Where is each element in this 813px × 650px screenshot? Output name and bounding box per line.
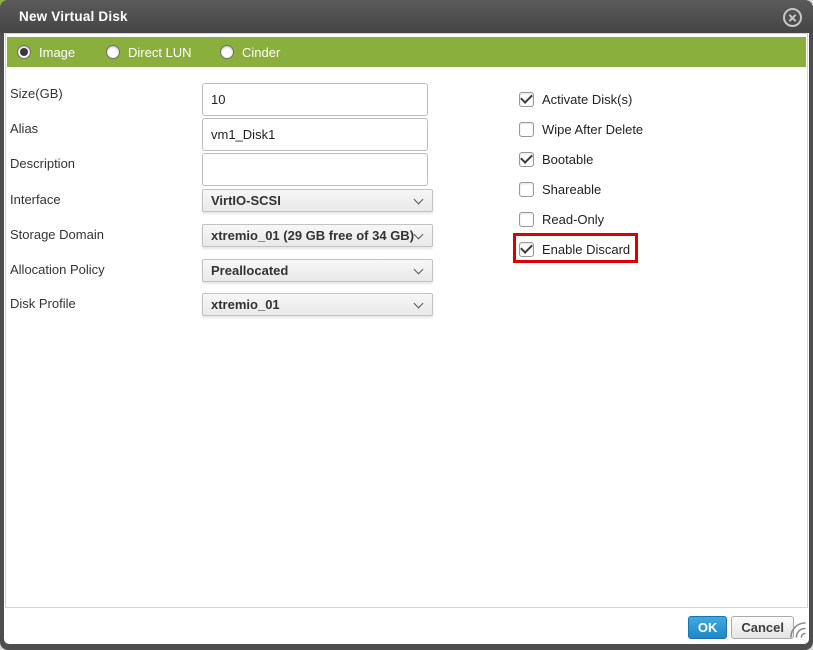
- enable-discard-highlight: [513, 233, 638, 263]
- field-label: Disk Profile: [10, 293, 202, 316]
- checkbox-row-activate-disks: Activate Disk(s): [519, 84, 739, 114]
- checkmark-icon: [520, 91, 533, 104]
- form-row-interface: Interface VirtIO-SCSI: [10, 189, 433, 212]
- disk-profile-select[interactable]: xtremio_01: [202, 293, 433, 316]
- radio-button-icon: [17, 45, 31, 59]
- form-row-alias: Alias: [10, 118, 428, 151]
- form-row-allocation-policy: Allocation Policy Preallocated: [10, 259, 433, 282]
- form-row-storage-domain: Storage Domain xtremio_01 (29 GB free of…: [10, 224, 433, 247]
- disk-type-selector: Image Direct LUN Cinder: [7, 37, 806, 67]
- form-row-disk-profile: Disk Profile xtremio_01: [10, 293, 433, 316]
- read-only-checkbox[interactable]: [519, 212, 534, 227]
- wipe-after-delete-checkbox[interactable]: [519, 122, 534, 137]
- chevron-down-icon: [414, 265, 424, 275]
- radio-direct-lun[interactable]: Direct LUN: [106, 37, 192, 67]
- field-label: Size(GB): [10, 83, 202, 116]
- shareable-checkbox[interactable]: [519, 182, 534, 197]
- dialog-titlebar: New Virtual Disk: [0, 0, 813, 33]
- resize-grip-icon[interactable]: [788, 620, 806, 643]
- dialog-title: New Virtual Disk: [19, 9, 128, 24]
- interface-select[interactable]: VirtIO-SCSI: [202, 189, 433, 212]
- checkbox-row-shareable: Shareable: [519, 174, 739, 204]
- dialog-content: Image Direct LUN Cinder Size(GB) Alias D…: [4, 33, 809, 644]
- bootable-checkbox[interactable]: [519, 152, 534, 167]
- radio-label: Cinder: [242, 45, 280, 60]
- checkmark-icon: [520, 151, 533, 164]
- disk-options: Activate Disk(s) Wipe After Delete Boota…: [519, 84, 739, 264]
- allocation-policy-select[interactable]: Preallocated: [202, 259, 433, 282]
- field-label: Interface: [10, 189, 202, 212]
- size-gb-input[interactable]: [202, 83, 428, 116]
- chevron-down-icon: [414, 195, 424, 205]
- radio-label: Direct LUN: [128, 45, 192, 60]
- checkbox-row-bootable: Bootable: [519, 144, 739, 174]
- ok-button[interactable]: OK: [688, 616, 728, 639]
- form-row-description: Description: [10, 153, 428, 186]
- radio-button-icon: [220, 45, 234, 59]
- storage-domain-select[interactable]: xtremio_01 (29 GB free of 34 GB): [202, 224, 433, 247]
- form-row-size: Size(GB): [10, 83, 428, 116]
- close-icon[interactable]: [783, 8, 802, 27]
- cancel-button[interactable]: Cancel: [731, 616, 794, 639]
- chevron-down-icon: [414, 230, 424, 240]
- field-label: Allocation Policy: [10, 259, 202, 282]
- dialog-footer: OK Cancel: [5, 609, 808, 644]
- alias-input[interactable]: [202, 118, 428, 151]
- description-input[interactable]: [202, 153, 428, 186]
- checkbox-row-wipe-after-delete: Wipe After Delete: [519, 114, 739, 144]
- radio-image[interactable]: Image: [17, 37, 75, 67]
- radio-cinder[interactable]: Cinder: [220, 37, 280, 67]
- activate-disks-checkbox[interactable]: [519, 92, 534, 107]
- field-label: Alias: [10, 118, 202, 151]
- checkbox-row-read-only: Read-Only: [519, 204, 739, 234]
- new-virtual-disk-dialog: New Virtual Disk Image Direct LUN Cinder…: [0, 0, 813, 650]
- field-label: Storage Domain: [10, 224, 202, 247]
- field-label: Description: [10, 153, 202, 186]
- radio-button-icon: [106, 45, 120, 59]
- radio-label: Image: [39, 45, 75, 60]
- chevron-down-icon: [414, 299, 424, 309]
